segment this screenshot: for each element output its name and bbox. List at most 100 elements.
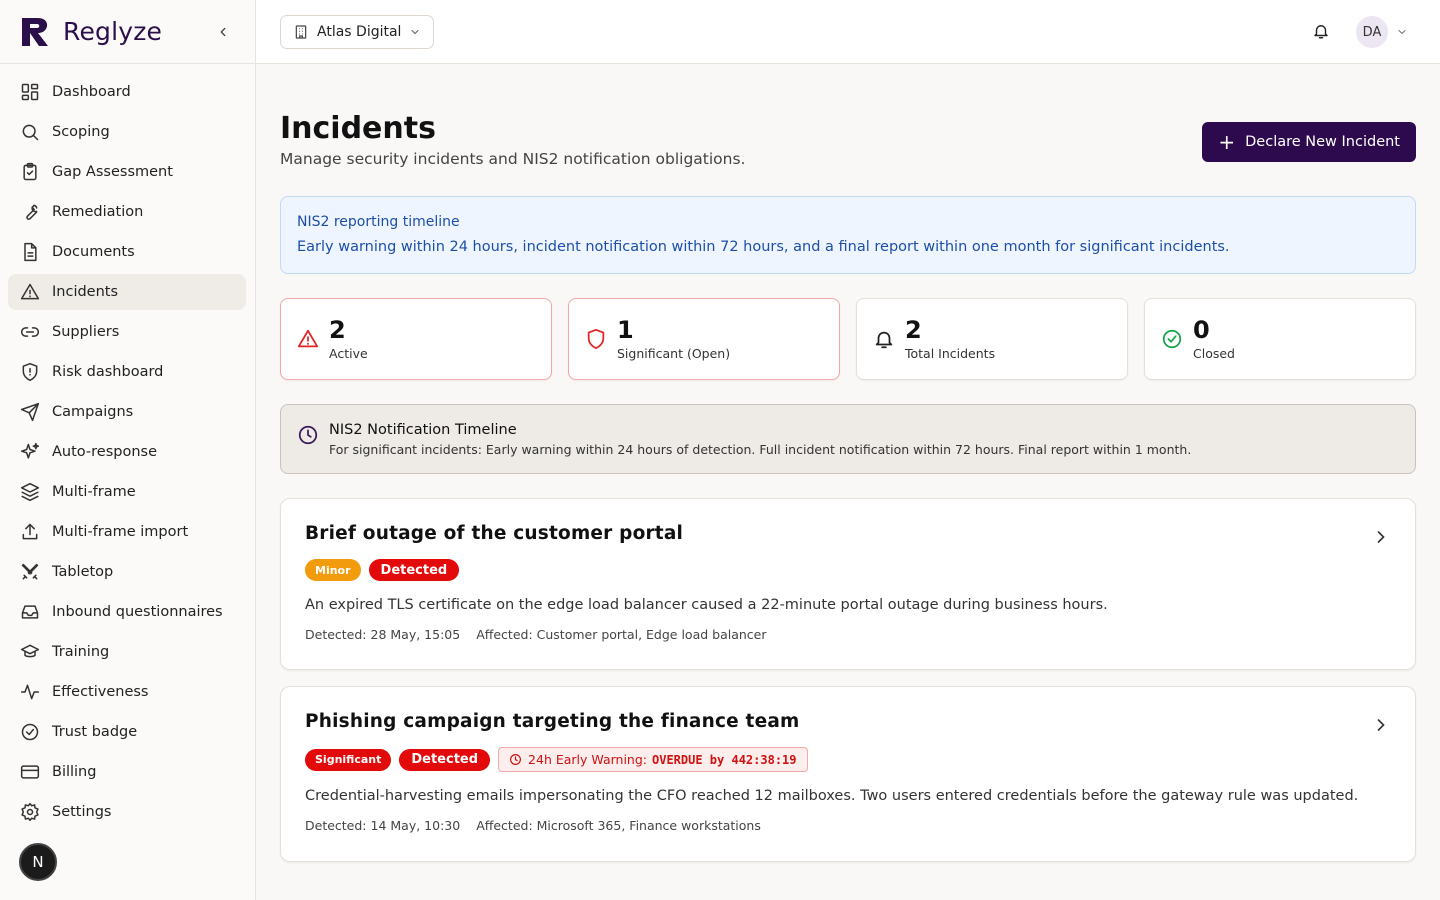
incident-badges: Minor Detected [305, 559, 1391, 581]
bell-icon [1314, 25, 1328, 39]
user-menu-button[interactable]: DA [1356, 16, 1408, 48]
incident-meta: Detected: 28 May, 15:05 Affected: Custom… [305, 627, 1391, 642]
sidebar-item-label: Risk dashboard [52, 364, 164, 380]
dashboard-icon [21, 83, 39, 101]
sidebar-item-label: Remediation [52, 204, 144, 220]
nis2-reporting-banner: NIS2 reporting timeline Early warning wi… [280, 196, 1416, 274]
early-warning-label: 24h Early Warning: [528, 752, 647, 767]
collapse-sidebar-button[interactable] [213, 22, 233, 42]
sidebar-item-scoping[interactable]: Scoping [8, 114, 246, 150]
building-icon [295, 25, 307, 39]
page-title: Incidents [280, 111, 436, 146]
brand-name: Reglyze [63, 17, 163, 46]
page-subtitle: Manage security incidents and NIS2 notif… [280, 150, 746, 168]
upload-icon [22, 523, 38, 540]
swords-icon [21, 563, 39, 580]
chevron-right-icon[interactable] [1371, 715, 1391, 735]
sidebar-item-multi-frame-import[interactable]: Multi-frame import [8, 514, 246, 550]
notifications-button[interactable] [1312, 22, 1332, 42]
stat-card-closed: 0 Closed [1144, 298, 1416, 380]
user-avatar-bottom[interactable]: N [19, 843, 57, 881]
sidebar-item-label: Tabletop [52, 564, 114, 580]
sidebar-item-gap-assessment[interactable]: Gap Assessment [8, 154, 246, 190]
credit-card-icon [20, 765, 40, 779]
stat-label: Closed [1193, 345, 1235, 361]
sidebar-item-label: Documents [52, 244, 135, 260]
sidebar-item-effectiveness[interactable]: Effectiveness [8, 674, 246, 710]
sidebar-item-dashboard[interactable]: Dashboard [8, 74, 246, 110]
stat-label: Significant (Open) [617, 345, 731, 361]
sidebar-item-trust-badge[interactable]: Trust badge [8, 714, 246, 750]
stat-value: 2 [905, 316, 922, 345]
chevron-down-icon [411, 29, 419, 35]
status-badge: Detected [368, 559, 460, 581]
incident-card[interactable]: Brief outage of the customer portal Mino… [280, 498, 1416, 670]
sidebar-item-label: Inbound questionnaires [52, 604, 223, 620]
status-badge: Detected [399, 748, 491, 771]
banner-title: NIS2 reporting timeline [297, 214, 460, 230]
sidebar-item-billing[interactable]: Billing [8, 754, 246, 790]
sidebar-item-auto-response[interactable]: Auto-response [8, 434, 246, 470]
sidebar-item-label: Campaigns [52, 404, 134, 420]
chevron-down-icon [1398, 29, 1406, 35]
incident-meta: Detected: 14 May, 10:30 Affected: Micros… [305, 818, 1391, 833]
send-icon [20, 402, 40, 422]
inbox-icon [21, 605, 39, 619]
incident-description: An expired TLS certificate on the edge l… [305, 597, 1108, 613]
alert-triangle-icon [297, 329, 319, 348]
sparkles-icon [20, 442, 40, 459]
alert-triangle-icon [20, 283, 40, 300]
wrench-icon [26, 204, 38, 220]
sidebar-item-suppliers[interactable]: Suppliers [8, 314, 246, 350]
early-warning-value: OVERDUE by 442:38:19 [652, 752, 797, 767]
incident-detected: Detected: 14 May, 10:30 [305, 818, 461, 833]
reglyze-logo-icon[interactable] [18, 14, 54, 50]
declare-new-incident-button[interactable]: + Declare New Incident [1202, 122, 1416, 162]
sidebar-item-remediation[interactable]: Remediation [8, 194, 246, 230]
sidebar-item-settings[interactable]: Settings [8, 794, 246, 830]
document-icon [24, 242, 37, 262]
avatar: DA [1356, 16, 1388, 48]
brand-header: Reglyze [0, 0, 255, 64]
stat-label: Total Incidents [905, 345, 996, 361]
clock-icon [510, 754, 522, 765]
incident-title[interactable]: Brief outage of the customer portal [305, 523, 1391, 544]
sidebar-nav: Dashboard Scoping Gap Assessment Remedia… [0, 64, 255, 830]
incident-title[interactable]: Phishing campaign targeting the finance … [305, 711, 1391, 732]
sidebar-item-inbound-questionnaires[interactable]: Inbound questionnaires [8, 594, 246, 630]
chevron-left-icon [220, 27, 226, 37]
clipboard-check-icon [23, 162, 37, 181]
sidebar-item-label: Multi-frame [52, 484, 136, 500]
organization-select[interactable]: Atlas Digital [280, 15, 435, 49]
sidebar-item-label: Trust badge [52, 724, 138, 740]
clock-icon [298, 425, 318, 445]
shield-icon [587, 328, 605, 350]
sidebar-item-campaigns[interactable]: Campaigns [8, 394, 246, 430]
banner-text: Early warning within 24 hours, incident … [297, 239, 1230, 255]
sidebar-item-documents[interactable]: Documents [8, 234, 246, 270]
plus-icon: + [1218, 130, 1236, 154]
sidebar-item-label: Gap Assessment [52, 164, 173, 180]
stats-row: 2 Active 1 Significant (Open) 2 Total In… [280, 298, 1416, 380]
severity-badge: Minor [305, 559, 361, 581]
sidebar-item-label: Auto-response [52, 444, 158, 460]
sidebar-item-risk-dashboard[interactable]: Risk dashboard [8, 354, 246, 390]
chevron-right-icon[interactable] [1371, 527, 1391, 547]
incident-card[interactable]: Phishing campaign targeting the finance … [280, 686, 1416, 862]
early-warning-badge: 24h Early Warning: OVERDUE by 442:38:19 [498, 747, 808, 772]
timeline-title: NIS2 Notification Timeline [329, 422, 517, 438]
sidebar-item-training[interactable]: Training [8, 634, 246, 670]
severity-badge: Significant [305, 748, 392, 771]
stat-value: 1 [617, 316, 634, 345]
bell-icon [875, 331, 893, 349]
link-icon [20, 327, 40, 337]
incident-badges: Significant Detected 24h Early Warning: … [305, 747, 1391, 772]
check-circle-icon [1162, 329, 1182, 349]
graduation-cap-icon [20, 644, 40, 658]
badge-check-icon [21, 723, 39, 741]
sidebar-item-tabletop[interactable]: Tabletop [8, 554, 246, 590]
sidebar-item-label: Multi-frame import [52, 524, 189, 540]
sidebar-item-multi-frame[interactable]: Multi-frame [8, 474, 246, 510]
sidebar-item-incidents[interactable]: Incidents [8, 274, 246, 310]
sidebar-item-label: Suppliers [52, 324, 120, 340]
